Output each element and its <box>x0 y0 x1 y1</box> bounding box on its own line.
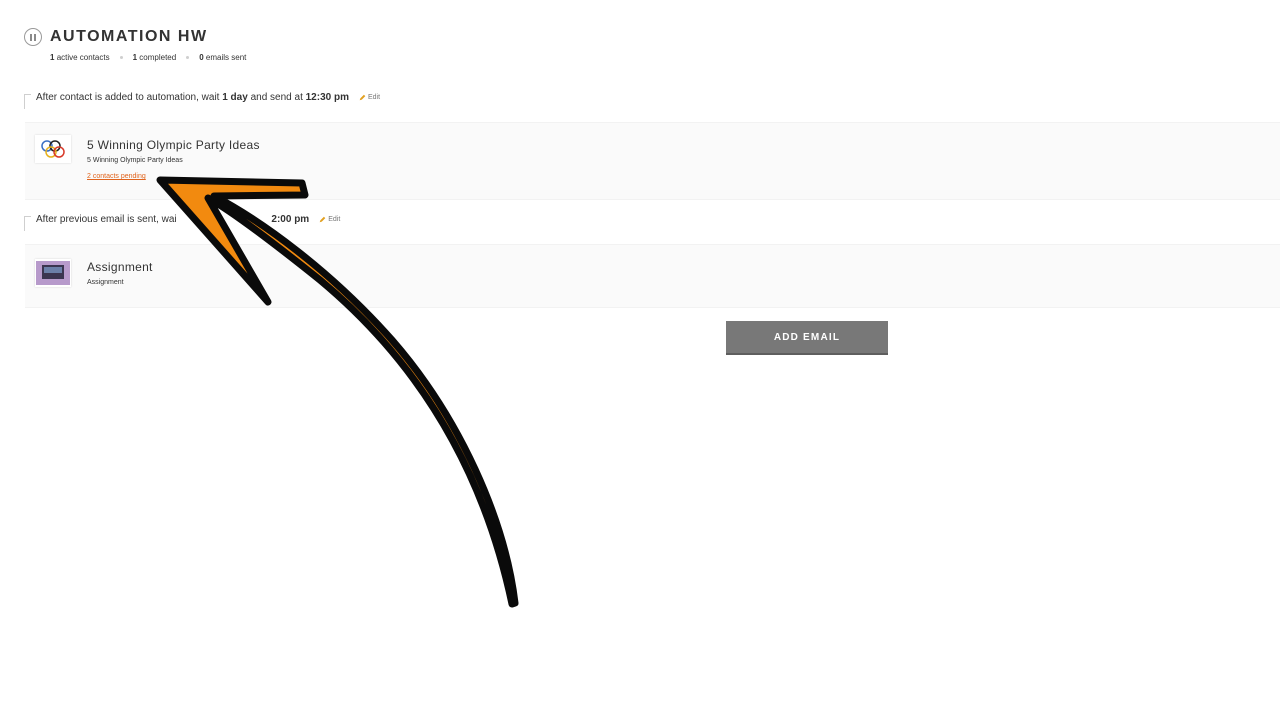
pencil-icon <box>359 94 366 101</box>
email-card-1[interactable]: 5 Winning Olympic Party Ideas 5 Winning … <box>25 122 1280 200</box>
automation-page: AUTOMATION HW 1 active contacts 1 comple… <box>0 0 1280 720</box>
pause-automation-button[interactable] <box>24 28 42 46</box>
email-thumbnail-1 <box>35 135 71 163</box>
separator-dot <box>186 56 190 59</box>
completed-stat: 1 completed <box>132 53 177 62</box>
delay-step-2: After previous email is sent, wai 2:00 p… <box>24 214 340 231</box>
page-title: AUTOMATION HW <box>50 28 208 45</box>
olympic-rings-icon <box>41 140 65 158</box>
email-thumbnail-2 <box>35 259 71 287</box>
timeline-bracket <box>24 94 31 109</box>
email-title[interactable]: 5 Winning Olympic Party Ideas <box>87 138 260 152</box>
separator-dot <box>119 56 123 59</box>
delay-text: After contact is added to automation, wa… <box>36 92 349 103</box>
emails-sent-stat: 0 emails sent <box>199 53 247 62</box>
delay-text: After previous email is sent, wai 2:00 p… <box>36 214 310 225</box>
email-preview-image-icon <box>36 261 70 285</box>
edit-delay-2-link[interactable]: Edit <box>319 216 340 223</box>
delay-step-1: After contact is added to automation, wa… <box>24 92 380 109</box>
email-card-2[interactable]: Assignment Assignment <box>25 244 1280 308</box>
timeline-bracket <box>24 216 31 231</box>
edit-delay-1-link[interactable]: Edit <box>359 94 380 101</box>
automation-stats: 1 active contacts 1 completed 0 emails s… <box>50 53 246 62</box>
annotation-arrow <box>156 176 519 608</box>
active-contacts-stat: 1 active contacts <box>50 53 110 62</box>
pencil-icon <box>319 216 326 223</box>
automation-header: AUTOMATION HW <box>24 28 208 46</box>
email-subject: 5 Winning Olympic Party Ideas <box>87 157 183 164</box>
email-title[interactable]: Assignment <box>87 260 153 274</box>
add-email-button[interactable]: ADD EMAIL <box>726 321 888 355</box>
contacts-pending-link[interactable]: 2 contacts pending <box>87 173 146 180</box>
pause-icon <box>30 33 36 41</box>
email-subject: Assignment <box>87 279 124 286</box>
